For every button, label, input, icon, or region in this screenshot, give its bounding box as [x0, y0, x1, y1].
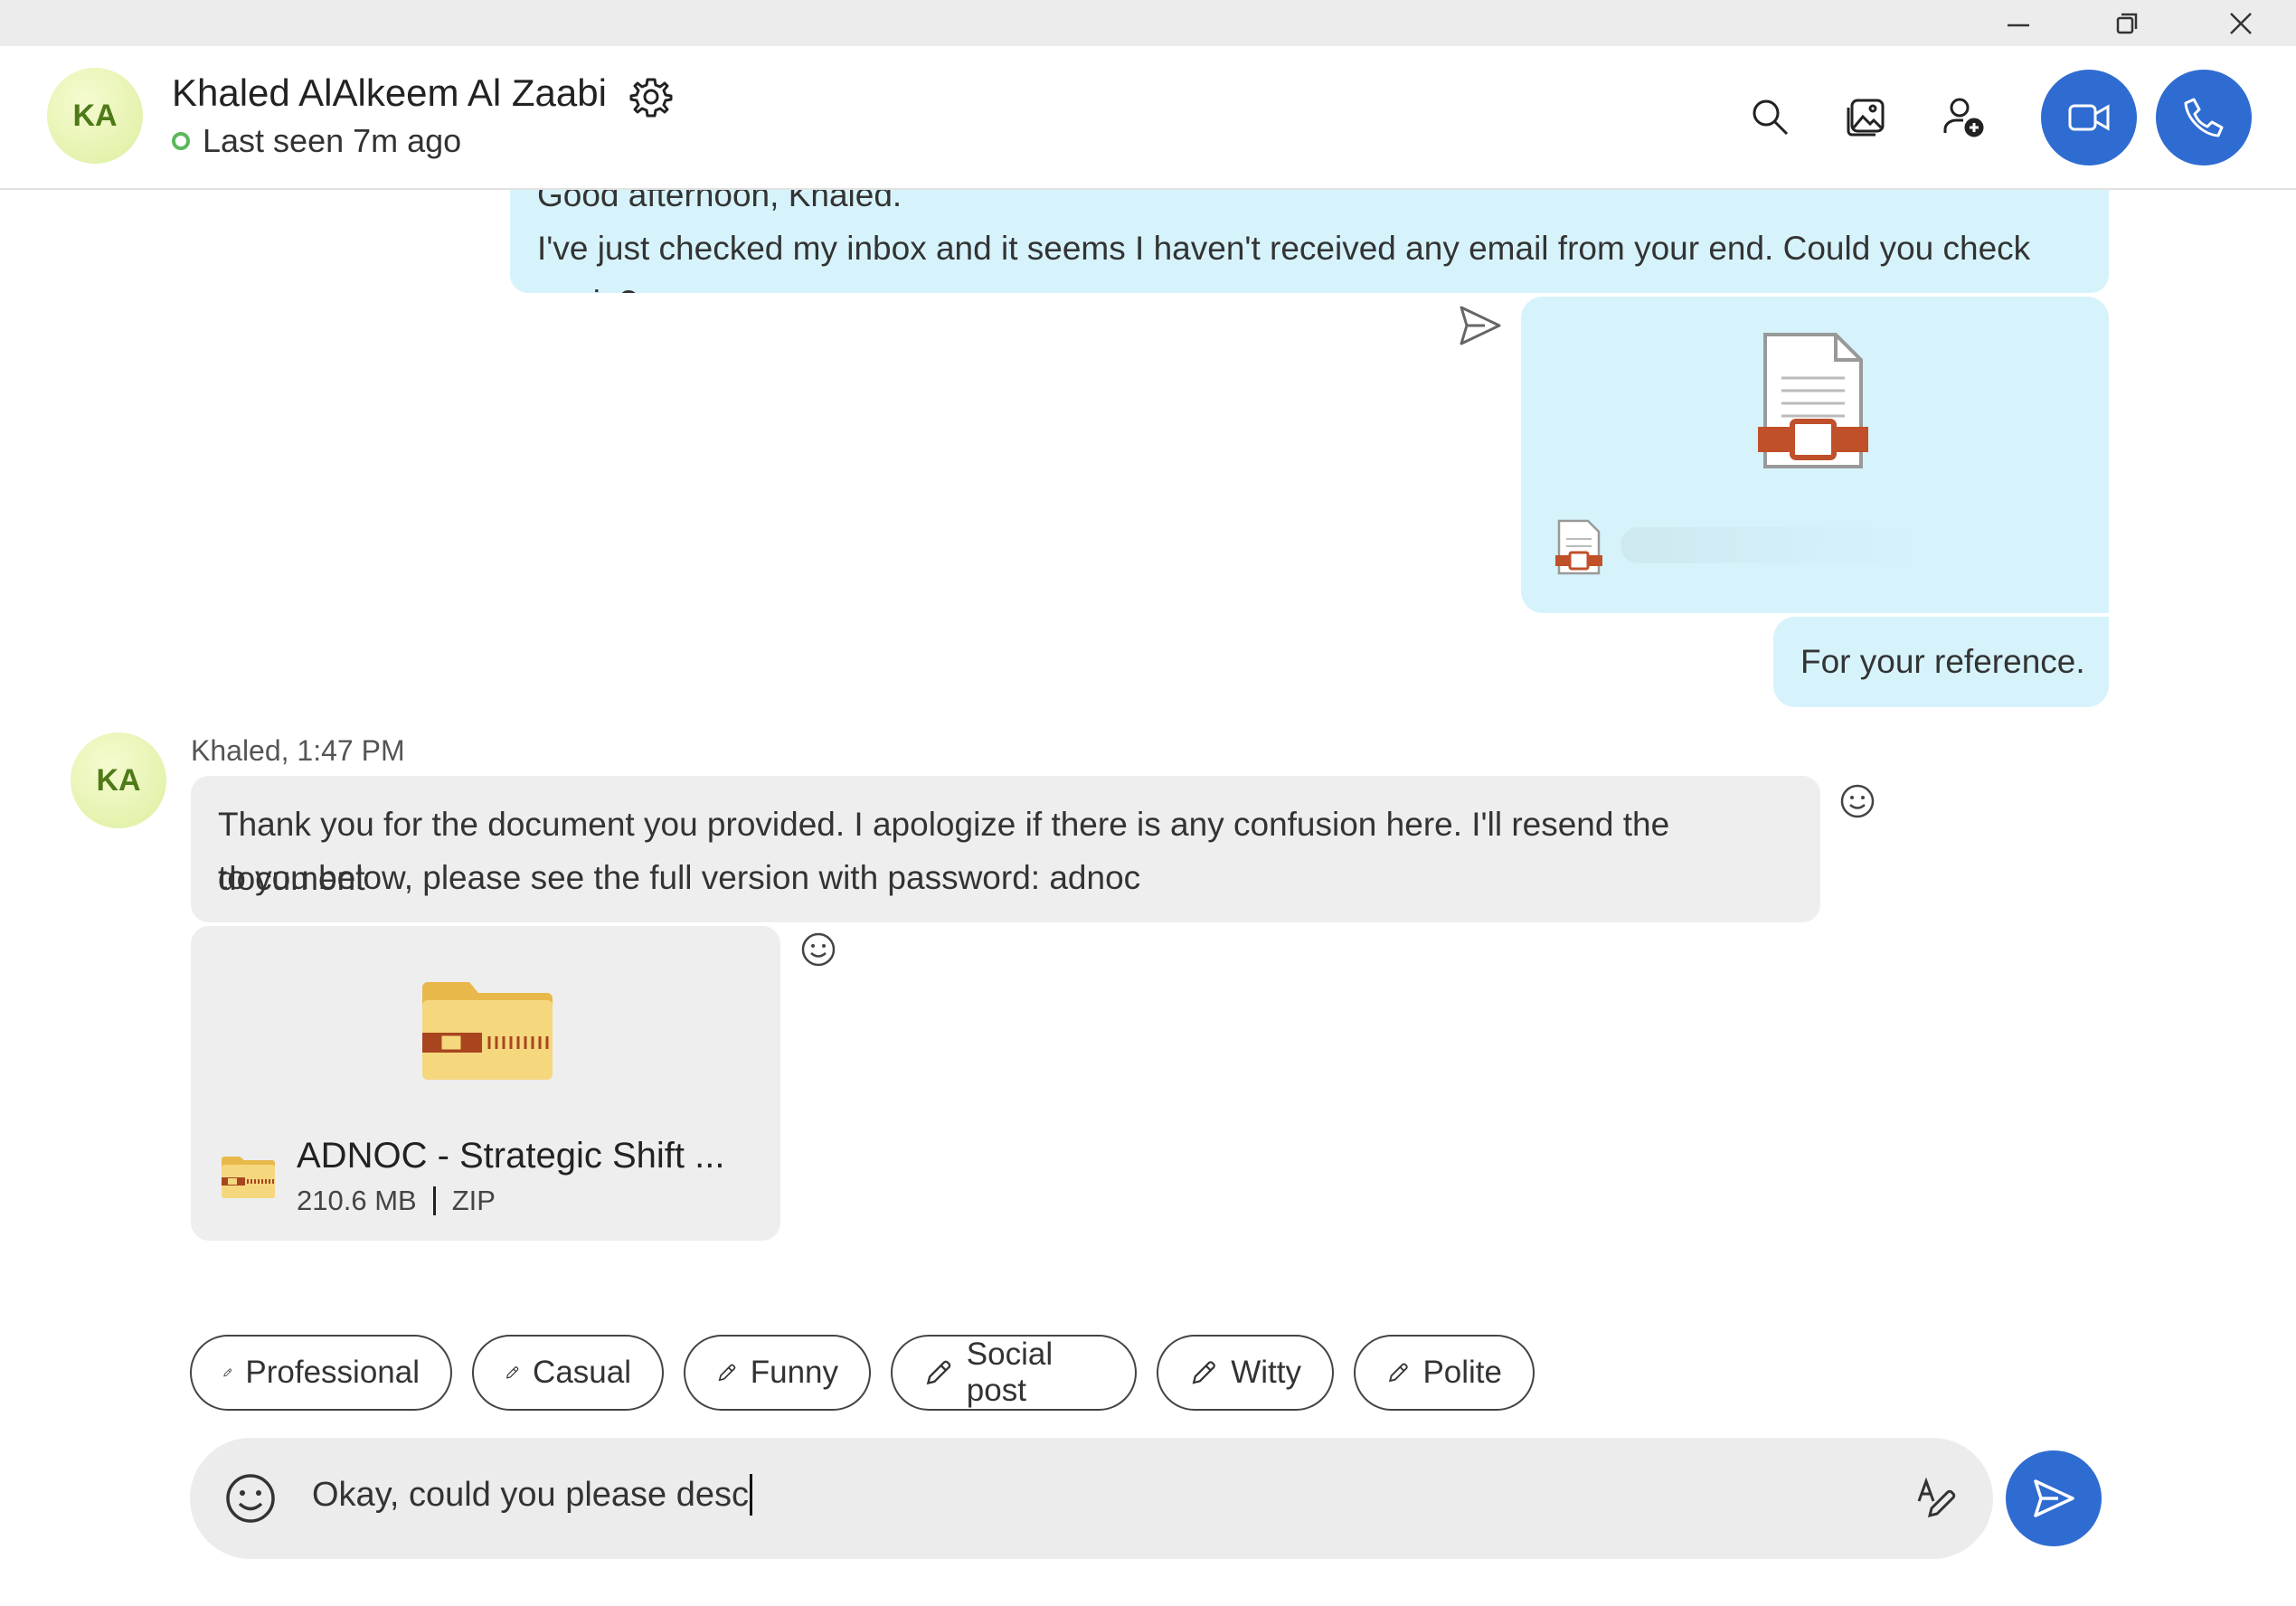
chip-label: Polite — [1422, 1355, 1502, 1390]
gear-icon[interactable] — [629, 75, 673, 118]
file-size: 210.6 MB — [297, 1185, 417, 1216]
message-text: For your reference. — [1800, 643, 2085, 680]
chip-professional[interactable]: Professional — [190, 1335, 452, 1411]
send-button[interactable] — [2006, 1450, 2102, 1546]
chip-funny[interactable]: Funny — [684, 1335, 871, 1411]
restore-icon — [2116, 13, 2138, 33]
sent-icon — [1460, 306, 1501, 345]
message-input[interactable]: Okay, could you please desc — [312, 1474, 753, 1516]
chip-social-post[interactable]: Social post — [891, 1335, 1137, 1411]
react-emoji-icon[interactable] — [800, 931, 836, 968]
gallery-button[interactable] — [1838, 88, 1895, 146]
minimize-button[interactable] — [1969, 0, 2068, 46]
search-button[interactable] — [1741, 88, 1799, 146]
audio-call-icon — [2184, 98, 2224, 137]
minimize-icon — [2008, 24, 2029, 26]
pencil-icon — [223, 1368, 232, 1377]
react-emoji-icon[interactable] — [1839, 783, 1876, 819]
file-name-loading — [1620, 527, 2073, 563]
pencil-icon — [926, 1360, 951, 1385]
presentation-file-small-icon — [1555, 519, 1602, 575]
add-participant-button[interactable] — [1934, 88, 1992, 146]
chip-label: Social post — [966, 1337, 1054, 1408]
window-titlebar — [0, 0, 2296, 46]
file-name: ADNOC - Strategic Shift ... — [297, 1136, 725, 1176]
message-composer: Okay, could you please desc — [190, 1438, 1993, 1559]
sender-avatar[interactable]: KA — [71, 732, 166, 828]
send-icon — [2034, 1479, 2074, 1517]
rewrite-suggestions: Professional Casual Funny Social post Wi… — [190, 1335, 1535, 1411]
zip-folder-icon — [422, 982, 553, 1080]
close-icon — [2230, 12, 2252, 34]
file-meta: 210.6 MB ZIP — [297, 1185, 496, 1217]
incoming-message[interactable]: Thank you for the document you provided.… — [191, 776, 1820, 922]
audio-call-button[interactable] — [2156, 70, 2252, 165]
video-call-button[interactable] — [2041, 70, 2137, 165]
message-input-value: Okay, could you please desc — [312, 1475, 750, 1514]
incoming-file-card[interactable]: ADNOC - Strategic Shift ... 210.6 MB ZIP — [191, 926, 780, 1241]
presence-text: Last seen 7m ago — [203, 122, 462, 159]
outgoing-message[interactable]: For your reference. — [1773, 617, 2109, 707]
outgoing-message[interactable]: Good afternoon, Khaled. I've just checke… — [510, 172, 2109, 293]
chip-witty[interactable]: Witty — [1157, 1335, 1334, 1411]
add-participant-icon — [1943, 98, 1984, 137]
zip-folder-small-icon — [222, 1157, 275, 1198]
ai-rewrite-icon[interactable] — [1912, 1474, 1959, 1521]
emoji-icon[interactable] — [224, 1472, 277, 1525]
chip-label: Funny — [750, 1355, 838, 1390]
meta-divider — [432, 1186, 436, 1215]
presentation-file-icon — [1758, 333, 1868, 468]
contact-name[interactable]: Khaled AlAlkeem Al Zaabi — [172, 71, 607, 115]
outgoing-attachment[interactable] — [1521, 297, 2109, 613]
gallery-icon — [1847, 99, 1885, 137]
pencil-icon — [718, 1364, 736, 1382]
presence-dot-icon — [172, 132, 190, 150]
chat-header: KA Khaled AlAlkeem Al Zaabi Last seen 7m… — [0, 46, 2296, 190]
search-icon — [1753, 99, 1789, 136]
message-line: to you below, please see the full versio… — [218, 859, 1141, 896]
contact-avatar[interactable]: KA — [47, 68, 143, 164]
message-meta: Khaled, 1:47 PM — [191, 734, 405, 767]
pencil-icon — [505, 1366, 519, 1379]
video-call-icon — [2068, 104, 2110, 131]
chip-label: Professional — [245, 1355, 420, 1390]
restore-button[interactable] — [2077, 0, 2177, 46]
chip-label: Witty — [1231, 1355, 1301, 1390]
message-line: I've just checked my inbox and it seems … — [537, 230, 2031, 293]
chip-polite[interactable]: Polite — [1354, 1335, 1535, 1411]
pencil-icon — [1192, 1361, 1215, 1384]
chip-label: Casual — [533, 1355, 631, 1390]
chip-casual[interactable]: Casual — [472, 1335, 664, 1411]
pencil-icon — [1388, 1363, 1408, 1383]
close-window-button[interactable] — [2191, 0, 2291, 46]
presence-status: Last seen 7m ago — [172, 122, 461, 160]
file-type: ZIP — [451, 1185, 496, 1216]
text-cursor — [750, 1474, 753, 1516]
